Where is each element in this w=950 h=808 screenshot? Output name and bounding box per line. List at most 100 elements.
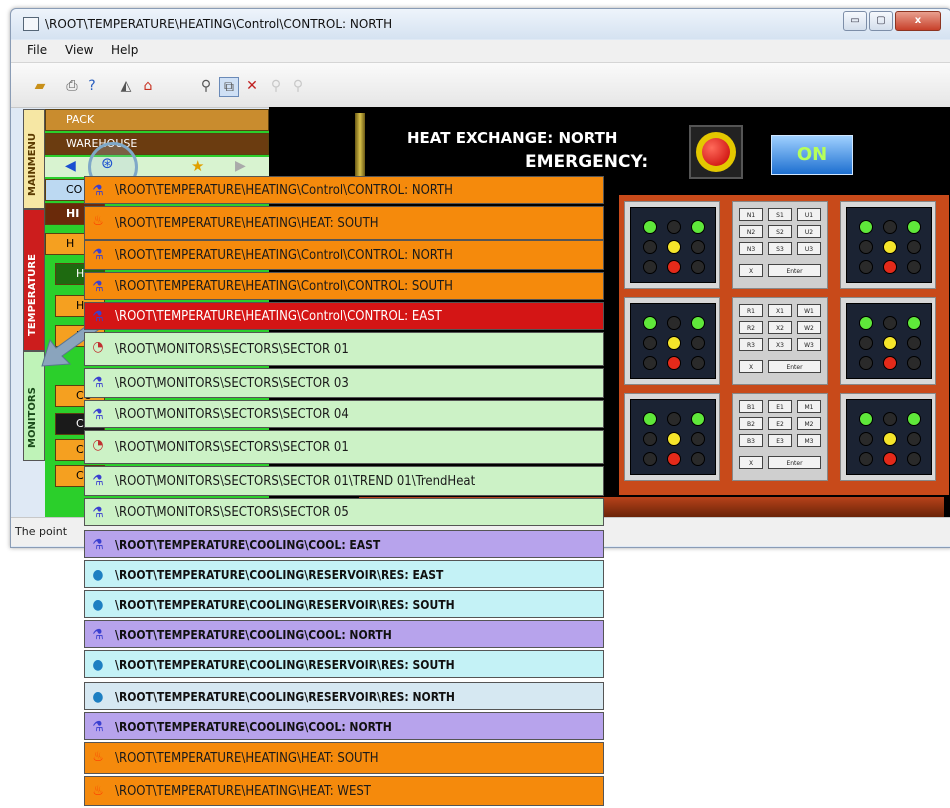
history-icon[interactable]: ⊛ <box>101 154 114 172</box>
flame-icon: ♨ <box>92 213 104 229</box>
history-item-label: \ROOT\MONITORS\SECTORS\SECTOR 05 <box>115 505 349 520</box>
favorites-star-icon[interactable]: ★ <box>191 157 204 175</box>
keypad-key[interactable]: R1 <box>739 304 763 317</box>
history-item[interactable]: ◔ \ROOT\MONITORS\SECTORS\SECTOR 01 <box>84 430 604 464</box>
keypad-key[interactable]: E3 <box>768 434 792 447</box>
search-icon[interactable]: ⚲ <box>197 77 215 95</box>
print-icon[interactable]: ⎙ <box>63 77 81 95</box>
keypad-x-key[interactable]: X <box>739 360 763 373</box>
home-icon[interactable]: ⌂ <box>139 77 157 95</box>
history-item[interactable]: ♨ \ROOT\TEMPERATURE\HEATING\HEAT: WEST <box>84 776 604 806</box>
history-item[interactable]: ⚗ \ROOT\TEMPERATURE\COOLING\COOL: NORTH <box>84 620 604 648</box>
keypad-key[interactable]: X1 <box>768 304 792 317</box>
zoom-fit-icon[interactable]: ✕ <box>243 77 261 95</box>
history-item[interactable]: ◔ \ROOT\MONITORS\SECTORS\SECTOR 01 <box>84 332 604 366</box>
keypad-enter-key[interactable]: Enter <box>768 360 821 373</box>
keypad-key[interactable]: M1 <box>797 400 821 413</box>
zoom-out-icon[interactable]: ⚲ <box>289 77 307 95</box>
history-item[interactable]: ⚗ \ROOT\MONITORS\SECTORS\SECTOR 01\TREND … <box>84 466 604 496</box>
history-item[interactable]: ⚗ \ROOT\MONITORS\SECTORS\SECTOR 04 <box>84 400 604 428</box>
indicator-light <box>883 452 897 466</box>
keypad-key[interactable]: U3 <box>797 242 821 255</box>
history-item[interactable]: ⚗ \ROOT\TEMPERATURE\HEATING\Control\CONTR… <box>84 240 604 270</box>
keypad-enter-key[interactable]: Enter <box>768 264 821 277</box>
maximize-button[interactable]: ▢ <box>869 11 893 31</box>
history-item-label: \ROOT\TEMPERATURE\HEATING\Control\CONTRO… <box>115 183 453 198</box>
indicator-light <box>667 336 681 350</box>
indicator-light <box>907 336 921 350</box>
open-folder-icon[interactable]: ▰ <box>31 77 49 95</box>
flask-icon: ⚗ <box>92 407 104 423</box>
keypad-key[interactable]: X2 <box>768 321 792 334</box>
forward-arrow-icon[interactable]: ▶ <box>235 158 246 174</box>
keypad-key[interactable]: U1 <box>797 208 821 221</box>
history-item[interactable]: ⚗ \ROOT\MONITORS\SECTORS\SECTOR 05 <box>84 498 604 526</box>
indicator-light-panel <box>840 297 936 385</box>
keypad-key[interactable]: E2 <box>768 417 792 430</box>
history-item[interactable]: ⚗ \ROOT\MONITORS\SECTORS\SECTOR 03 <box>84 368 604 398</box>
history-item-label: \ROOT\TEMPERATURE\COOLING\COOL: NORTH <box>115 720 392 734</box>
keypad-x-key[interactable]: X <box>739 456 763 469</box>
back-arrow-icon[interactable]: ◀ <box>65 158 76 174</box>
tree-item-pack[interactable]: PACK <box>45 109 269 131</box>
history-item[interactable]: ⚗ \ROOT\TEMPERATURE\HEATING\Control\CONTR… <box>84 302 604 330</box>
keypad-x-key[interactable]: X <box>739 264 763 277</box>
zoom-in-icon[interactable]: ⚲ <box>267 77 285 95</box>
history-item[interactable]: ● \ROOT\TEMPERATURE\COOLING\RESERVOIR\RES… <box>84 590 604 618</box>
keypad-key[interactable]: W1 <box>797 304 821 317</box>
keypad-key[interactable]: N1 <box>739 208 763 221</box>
chart-icon[interactable]: ◭ <box>117 77 135 95</box>
history-item[interactable]: ● \ROOT\TEMPERATURE\COOLING\RESERVOIR\RES… <box>84 560 604 588</box>
keypad-key[interactable]: S2 <box>768 225 792 238</box>
keypad-key[interactable]: M3 <box>797 434 821 447</box>
indicator-light <box>643 412 657 426</box>
zoom-window-icon[interactable]: ⧉ <box>219 77 239 97</box>
keypad-key[interactable]: R2 <box>739 321 763 334</box>
tree-item-warehouse[interactable]: WAREHOUSE <box>45 133 269 155</box>
indicator-light-face <box>630 207 716 283</box>
keypad-key[interactable]: E1 <box>768 400 792 413</box>
help-cursor-icon[interactable]: ? <box>83 77 101 95</box>
keypad-key[interactable]: W2 <box>797 321 821 334</box>
keypad-key[interactable]: R3 <box>739 338 763 351</box>
history-item-label: \ROOT\MONITORS\SECTORS\SECTOR 04 <box>115 407 349 422</box>
history-item[interactable]: ⚗ \ROOT\TEMPERATURE\COOLING\COOL: EAST <box>84 530 604 558</box>
keypad-key[interactable]: X3 <box>768 338 792 351</box>
minimize-button[interactable]: ▭ <box>843 11 867 31</box>
history-item[interactable]: ⚗ \ROOT\TEMPERATURE\COOLING\COOL: NORTH <box>84 712 604 740</box>
menu-view[interactable]: View <box>65 43 93 57</box>
keypad-key[interactable]: U2 <box>797 225 821 238</box>
history-item[interactable]: ♨ \ROOT\TEMPERATURE\HEATING\HEAT: SOUTH <box>84 742 604 774</box>
history-item[interactable]: ♨ \ROOT\TEMPERATURE\HEATING\HEAT: SOUTH <box>84 206 604 240</box>
history-item-label: \ROOT\TEMPERATURE\COOLING\RESERVOIR\RES:… <box>115 658 455 672</box>
keypad-key[interactable]: N2 <box>739 225 763 238</box>
menu-help[interactable]: Help <box>111 43 138 57</box>
keypad-key[interactable]: W3 <box>797 338 821 351</box>
keypad-key[interactable]: B2 <box>739 417 763 430</box>
emergency-stop-button[interactable] <box>689 125 743 179</box>
indicator-light <box>667 316 681 330</box>
flask-icon: ⚗ <box>92 375 104 391</box>
tab-mainmenu-label: MAINMENU <box>27 132 38 196</box>
keypad-key[interactable]: S1 <box>768 208 792 221</box>
keypad-key[interactable]: B1 <box>739 400 763 413</box>
indicator-light <box>907 356 921 370</box>
indicator-light <box>859 452 873 466</box>
keypad-key[interactable]: M2 <box>797 417 821 430</box>
keypad-enter-key[interactable]: Enter <box>768 456 821 469</box>
keypad-key[interactable]: N3 <box>739 242 763 255</box>
history-item[interactable]: ⚗ \ROOT\TEMPERATURE\HEATING\Control\CONTR… <box>84 272 604 300</box>
menu-file[interactable]: File <box>27 43 47 57</box>
tab-mainmenu[interactable]: MAINMENU <box>23 109 45 209</box>
keypad-key[interactable]: S3 <box>768 242 792 255</box>
indicator-light <box>667 240 681 254</box>
keypad-key[interactable]: B3 <box>739 434 763 447</box>
title-bar[interactable]: \ROOT\TEMPERATURE\HEATING\Control\CONTRO… <box>11 9 950 39</box>
history-item[interactable]: ● \ROOT\TEMPERATURE\COOLING\RESERVOIR\RES… <box>84 682 604 710</box>
on-button[interactable]: ON <box>771 135 853 175</box>
history-item[interactable]: ⚗ \ROOT\TEMPERATURE\HEATING\Control\CONTR… <box>84 176 604 204</box>
close-button[interactable]: x <box>895 11 941 31</box>
history-item[interactable]: ● \ROOT\TEMPERATURE\COOLING\RESERVOIR\RES… <box>84 650 604 678</box>
indicator-light <box>907 316 921 330</box>
history-item-label: \ROOT\TEMPERATURE\HEATING\HEAT: WEST <box>115 784 371 799</box>
